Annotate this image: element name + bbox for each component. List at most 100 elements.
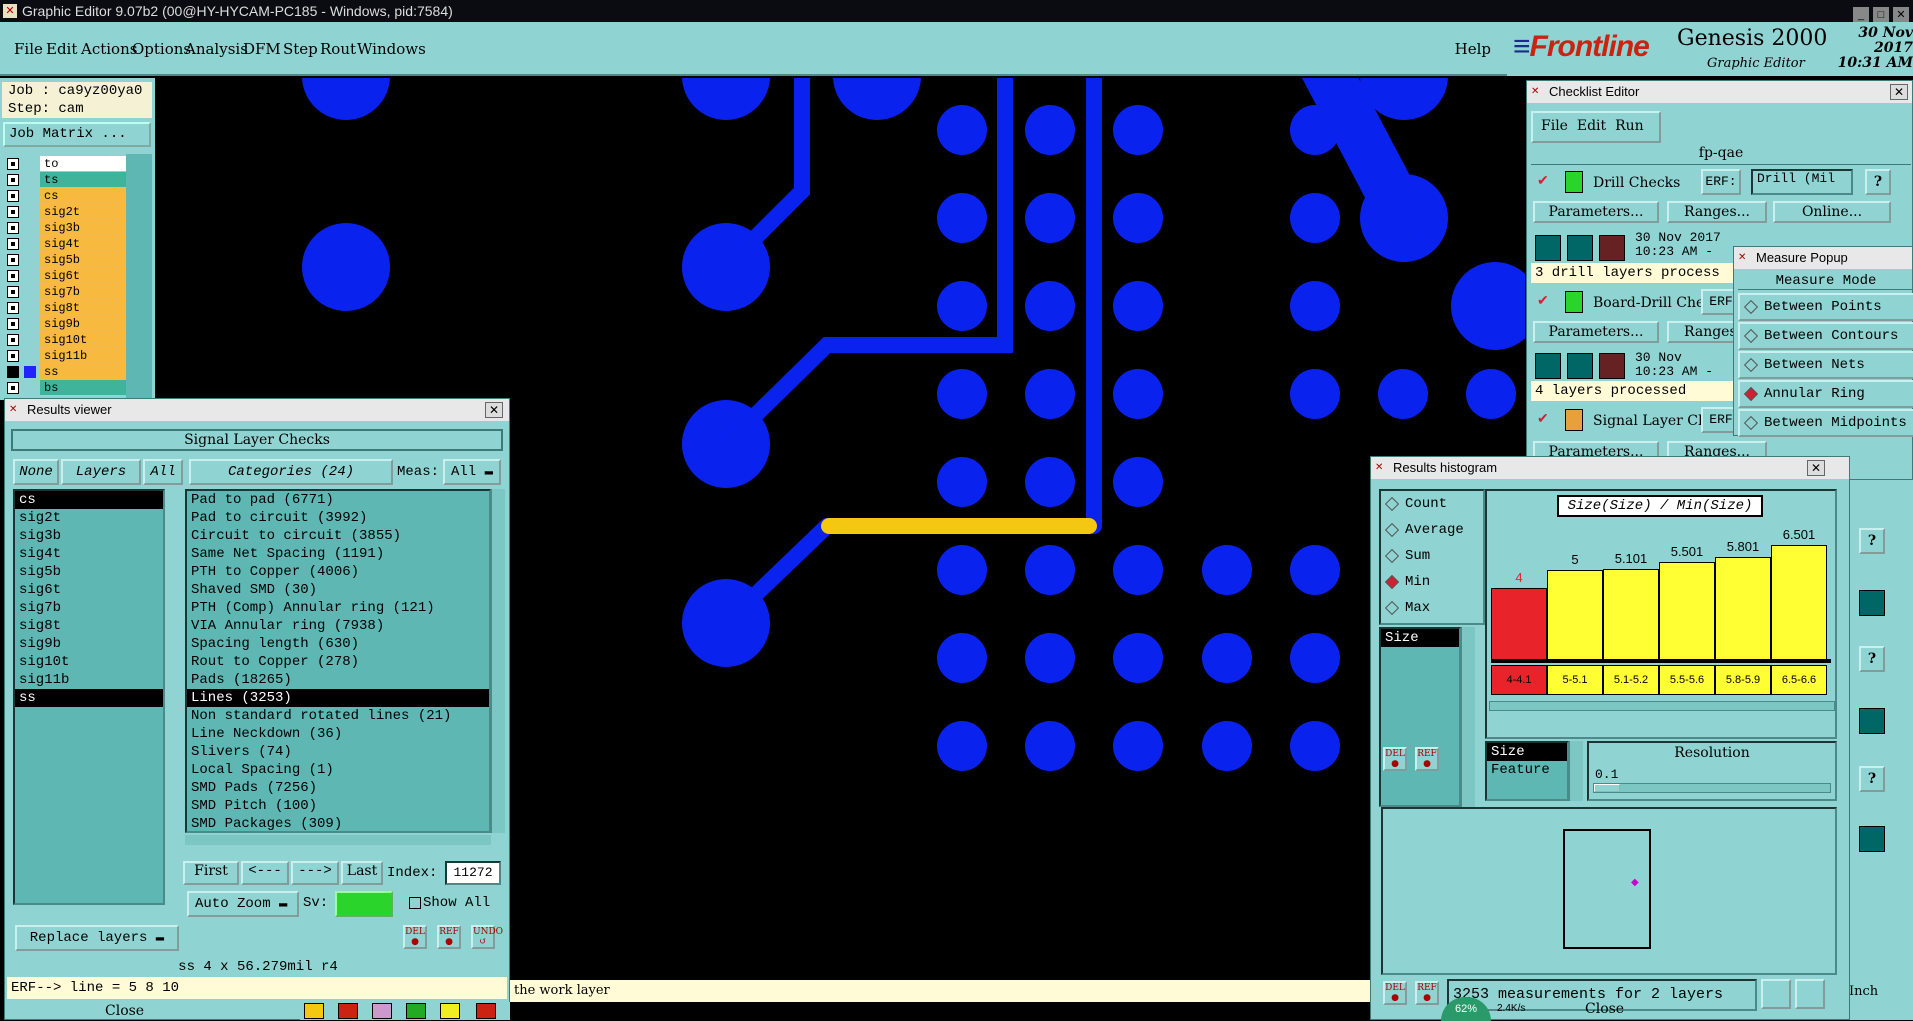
last-button[interactable]: Last	[341, 861, 383, 885]
measure-mode-option[interactable]: Between Midpoints	[1738, 409, 1913, 437]
tool-icon-4[interactable]	[406, 1003, 426, 1019]
layer-checkbox[interactable]	[7, 254, 19, 266]
tool-icon-3[interactable]	[372, 1003, 392, 1019]
results-layer-item[interactable]: sig10t	[15, 653, 163, 671]
size-list[interactable]: Size	[1379, 627, 1461, 807]
results-layer-item[interactable]: sig8t	[15, 617, 163, 635]
layer-row[interactable]: to	[4, 156, 127, 172]
histogram-option[interactable]: Count	[1381, 491, 1483, 517]
checklist-menu-file[interactable]: File	[1541, 118, 1568, 134]
measure-mode-option[interactable]: Annular Ring	[1738, 380, 1913, 408]
histogram-option[interactable]: Max	[1381, 595, 1483, 621]
category-item[interactable]: Rout to Copper (278)	[187, 653, 489, 671]
histogram-bar[interactable]	[1547, 570, 1603, 661]
check-item-signal-layer[interactable]: Signal Layer Ch	[1593, 413, 1707, 429]
next-button[interactable]: --->	[291, 861, 339, 885]
check-mark-icon[interactable]: ✔	[1537, 173, 1549, 189]
category-item[interactable]: PTH to Copper (4006)	[187, 563, 489, 581]
histogram-close-button[interactable]: Close	[1585, 1001, 1624, 1017]
results-layer-item[interactable]: sig9b	[15, 635, 163, 653]
measure-mode-option[interactable]: Between Contours	[1738, 322, 1913, 350]
ranges-button[interactable]: Ranges...	[1667, 201, 1767, 223]
layer-row[interactable]: ss	[4, 364, 127, 380]
menu-windows[interactable]: Windows	[357, 40, 426, 58]
tool-icon-5[interactable]	[440, 1003, 460, 1019]
tool-icon-2[interactable]	[338, 1003, 358, 1019]
zoom-icon[interactable]	[1761, 979, 1791, 1009]
category-item[interactable]: Spacing length (630)	[187, 635, 489, 653]
category-item[interactable]: Line Neckdown (36)	[187, 725, 489, 743]
layer-checkbox[interactable]	[7, 270, 19, 282]
results-layer-item[interactable]: sig3b	[15, 527, 163, 545]
help-icon[interactable]: ?	[1859, 528, 1885, 554]
histogram-option[interactable]: Average	[1381, 517, 1483, 543]
layer-row[interactable]: sig3b	[4, 220, 127, 236]
category-item[interactable]: SMD Packages (309)	[187, 815, 489, 833]
category-scrollbar[interactable]	[491, 489, 505, 833]
category-item[interactable]: SMD Pitch (100)	[187, 797, 489, 815]
layer-row[interactable]: sig6t	[4, 268, 127, 284]
tool-icon-6[interactable]	[476, 1003, 496, 1019]
layer-checkbox[interactable]	[7, 238, 19, 250]
layer-checkbox[interactable]	[7, 350, 19, 362]
measure-mode-option[interactable]: Between Nets	[1738, 351, 1913, 379]
category-item[interactable]: Lines (3253)	[187, 689, 489, 707]
layer-checkbox[interactable]	[7, 302, 19, 314]
category-item[interactable]: Pads (18265)	[187, 671, 489, 689]
histogram-bar[interactable]	[1659, 562, 1715, 661]
run-icon[interactable]	[1567, 353, 1593, 379]
online-button[interactable]: Online...	[1773, 201, 1891, 223]
auto-zoom-select[interactable]: Auto Zoom ▬	[187, 891, 299, 917]
parameters-button[interactable]: Parameters...	[1533, 201, 1659, 223]
run-icon[interactable]	[1535, 235, 1561, 261]
layer-row[interactable]: bs	[4, 380, 127, 396]
ref-icon[interactable]: REF ●	[437, 925, 461, 949]
category-item[interactable]: PTH (Comp) Annular ring (121)	[187, 599, 489, 617]
category-hscrollbar[interactable]	[185, 835, 491, 845]
layer-checkbox[interactable]	[7, 382, 19, 394]
layer-row[interactable]: sig2t	[4, 204, 127, 220]
maximize-button[interactable]: □	[1873, 7, 1889, 23]
layer-checkbox[interactable]	[7, 286, 19, 298]
close-window-button[interactable]: ✕	[1893, 7, 1909, 23]
layer-checkbox[interactable]	[7, 158, 19, 170]
del-icon[interactable]: DEL ●	[403, 925, 427, 949]
layer-checkbox[interactable]	[7, 174, 19, 186]
run-icon[interactable]	[1859, 708, 1885, 734]
zoom-out-icon[interactable]	[1795, 979, 1825, 1009]
meas-select[interactable]: All ▬	[443, 459, 501, 485]
sv-color-select[interactable]	[335, 891, 393, 917]
erf-field-1[interactable]: Drill (Mil	[1751, 169, 1853, 195]
measure-mode-option[interactable]: Between Points	[1738, 293, 1913, 321]
run-icon[interactable]	[1599, 353, 1625, 379]
layers-button[interactable]: Layers	[61, 459, 141, 485]
run-icon[interactable]	[1859, 590, 1885, 616]
menu-analysis[interactable]: Analysis	[185, 40, 248, 58]
category-item[interactable]: Pad to pad (6771)	[187, 491, 489, 509]
del-icon[interactable]: DEL ●	[1383, 981, 1407, 1005]
checklist-close-icon[interactable]: ✕	[1890, 84, 1908, 100]
category-item[interactable]: SMD Pads (7256)	[187, 779, 489, 797]
results-layer-item[interactable]: sig11b	[15, 671, 163, 689]
check-mark-icon[interactable]: ✔	[1537, 411, 1549, 427]
results-layer-item[interactable]: sig7b	[15, 599, 163, 617]
results-close-button[interactable]: Close	[105, 1003, 144, 1019]
run-icon[interactable]	[1859, 826, 1885, 852]
none-button[interactable]: None	[13, 459, 59, 485]
checklist-menu-run[interactable]: Run	[1615, 118, 1644, 134]
show-all-checkbox[interactable]	[409, 897, 421, 909]
check-item-board-drill[interactable]: Board-Drill Che	[1593, 295, 1704, 311]
histogram-option[interactable]: Sum	[1381, 543, 1483, 569]
category-item[interactable]: Same Net Spacing (1191)	[187, 545, 489, 563]
category-item[interactable]: Pad to circuit (3992)	[187, 509, 489, 527]
menu-actions[interactable]: Actions	[81, 40, 137, 58]
layer-checkbox[interactable]	[7, 334, 19, 346]
first-button[interactable]: First	[183, 861, 239, 885]
results-layer-item[interactable]: ss	[15, 689, 163, 707]
results-layer-item[interactable]: sig6t	[15, 581, 163, 599]
check-mark-icon[interactable]: ✔	[1537, 293, 1549, 309]
menu-options[interactable]: Options	[132, 40, 191, 58]
menu-file[interactable]: File	[14, 40, 43, 58]
layer-row[interactable]: sig8t	[4, 300, 127, 316]
histogram-option[interactable]: Min	[1381, 569, 1483, 595]
